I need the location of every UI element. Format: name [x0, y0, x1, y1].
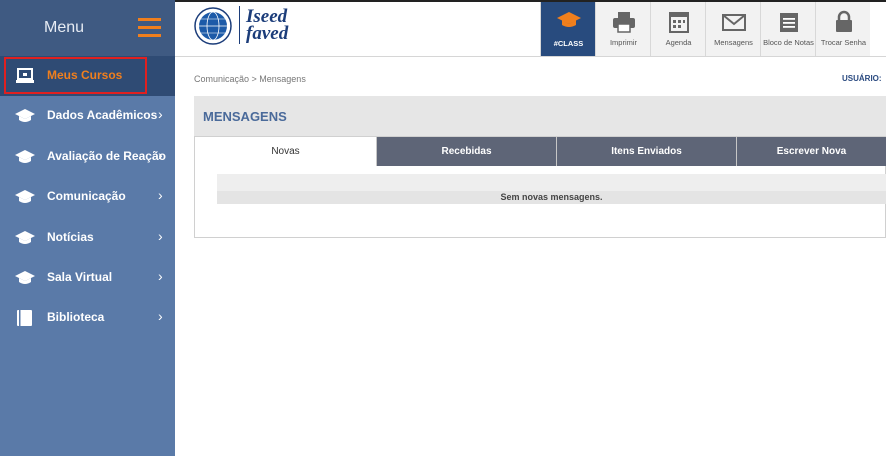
user-label: USUÁRIO: [842, 74, 882, 83]
class-button[interactable]: #CLASS [540, 2, 595, 56]
lock-icon [836, 10, 852, 32]
menu-title: Menu [44, 19, 85, 36]
graduation-cap-icon [15, 231, 35, 244]
graduation-cap-icon [557, 12, 581, 27]
tab-itens-enviados[interactable]: Itens Enviados [556, 137, 736, 166]
sidebar: Menu Meus Cursos Dados Acadêmicos › Aval… [0, 0, 175, 456]
sidebar-item-label: Meus Cursos [47, 68, 123, 82]
graduation-cap-icon [15, 109, 35, 122]
laptop-icon [16, 68, 34, 83]
chevron-right-icon: › [158, 308, 163, 324]
change-password-button[interactable]: Trocar Senha [815, 2, 870, 56]
graduation-cap-icon [15, 190, 35, 203]
tab-escrever-nova[interactable]: Escrever Nova [736, 137, 886, 166]
sidebar-item-label: Biblioteca [47, 310, 105, 324]
chevron-right-icon: › [158, 147, 163, 163]
panel-header: MENSAGENS [194, 96, 886, 136]
graduation-cap-icon [15, 150, 35, 163]
chevron-right-icon: › [158, 228, 163, 244]
sidebar-item-noticias[interactable]: Notícias › [0, 218, 175, 258]
globe-logo-icon [194, 7, 232, 45]
tab-recebidas[interactable]: Recebidas [376, 137, 556, 166]
sidebar-item-label: Notícias [47, 230, 94, 244]
hamburger-menu-icon[interactable] [138, 18, 161, 38]
calendar-icon [669, 12, 689, 33]
tab-novas[interactable]: Novas [195, 137, 376, 166]
sidebar-item-label: Comunicação [47, 189, 126, 203]
sidebar-item-label: Dados Acadêmicos [47, 108, 158, 122]
sidebar-item-comunicacao[interactable]: Comunicação › [0, 177, 175, 217]
page-title: MENSAGENS [203, 109, 287, 124]
sidebar-item-sala-virtual[interactable]: Sala Virtual › [0, 258, 175, 298]
sidebar-item-avaliacao-de-reacao[interactable]: Avaliação de Reação › [0, 137, 175, 177]
messages-list-header [217, 174, 886, 191]
sidebar-item-label: Avaliação de Reação [47, 149, 166, 163]
printer-icon [613, 12, 635, 33]
envelope-icon [722, 14, 746, 31]
chevron-right-icon: › [158, 106, 163, 122]
brand-logo: Iseed faved [246, 6, 289, 44]
logo-divider [239, 6, 240, 44]
sidebar-item-dados-academicos[interactable]: Dados Acadêmicos › [0, 96, 175, 136]
menu-header: Menu [0, 0, 175, 56]
sidebar-item-label: Sala Virtual [47, 270, 113, 284]
chevron-right-icon: › [158, 187, 163, 203]
sidebar-item-meus-cursos[interactable]: Meus Cursos [0, 56, 175, 96]
messages-button[interactable]: Mensagens [705, 2, 760, 56]
chevron-right-icon: › [158, 268, 163, 284]
book-icon [17, 310, 32, 326]
empty-message: Sem novas mensagens. [217, 191, 886, 204]
sidebar-item-biblioteca[interactable]: Biblioteca › [0, 298, 175, 338]
breadcrumb: Comunicação > Mensagens [194, 74, 306, 84]
agenda-button[interactable]: Agenda [650, 2, 705, 56]
notepad-button[interactable]: Bloco de Notas [760, 2, 815, 56]
notepad-icon [780, 13, 798, 32]
print-button[interactable]: Imprimir [595, 2, 650, 56]
graduation-cap-icon [15, 271, 35, 284]
